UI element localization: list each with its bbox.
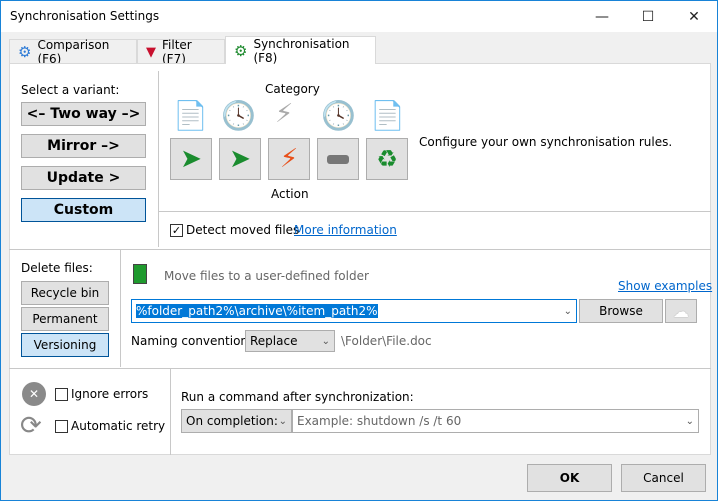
path-value: %folder_path2%\archive\%item_path2% <box>136 304 378 318</box>
cloud-icon: ☁ <box>673 301 689 321</box>
file-left-only-icon: 📄 <box>173 99 208 132</box>
funnel-icon: ▼ <box>146 44 156 60</box>
divider <box>158 71 159 247</box>
cloud-button[interactable]: ☁ <box>665 299 697 323</box>
versioning-path-input[interactable]: %folder_path2%\archive\%item_path2% ⌄ <box>131 299 577 323</box>
command-input[interactable]: Example: shutdown /s /t 60 ⌄ <box>292 409 699 433</box>
recycle-bin-icon: ♻ <box>376 145 398 173</box>
action-update-button[interactable]: ➤ <box>219 138 261 180</box>
naming-value: Replace <box>250 334 298 348</box>
delete-files-label: Delete files: <box>21 261 93 275</box>
minus-icon <box>327 154 349 164</box>
ignore-errors-checkbox[interactable] <box>55 388 68 401</box>
arrow-right-icon: ➤ <box>229 144 251 174</box>
update-button[interactable]: Update > <box>21 166 146 190</box>
command-label: Run a command after synchronization: <box>181 390 414 404</box>
permanent-button[interactable]: Permanent <box>21 307 109 331</box>
file-left-newer-icon: 🕓 <box>221 99 256 132</box>
error-x-icon: ✕ <box>22 382 46 406</box>
arrow-plus-icon: ➤ <box>180 144 202 174</box>
file-right-newer-icon: 🕓 <box>321 99 356 132</box>
divider <box>159 211 711 212</box>
recycle-bin-button[interactable]: Recycle bin <box>21 281 109 305</box>
tab-comparison[interactable]: ⚙ Comparison (F6) <box>9 38 137 66</box>
chevron-down-icon[interactable]: ⌄ <box>564 306 572 317</box>
retry-icon: ⟳ <box>20 411 42 441</box>
ignore-errors-label: Ignore errors <box>71 387 149 401</box>
folder-versioning-icon <box>133 264 147 284</box>
close-button[interactable]: ✕ <box>671 1 717 32</box>
action-delete-button[interactable]: ♻ <box>366 138 408 180</box>
category-label: Category <box>265 82 320 96</box>
show-examples-link[interactable]: Show examples <box>618 279 712 293</box>
divider <box>9 249 711 250</box>
detect-moved-checkbox[interactable]: ✓ <box>170 224 183 237</box>
browse-button[interactable]: Browse <box>579 299 663 323</box>
tab-filter[interactable]: ▼ Filter (F7) <box>137 38 225 66</box>
divider <box>120 250 121 367</box>
chevron-down-icon: ⌄ <box>278 415 287 427</box>
tab-label: Comparison (F6) <box>37 38 110 66</box>
dialog-window: Synchronisation Settings — ☐ ✕ ⚙ Compari… <box>0 0 718 501</box>
action-label: Action <box>271 187 309 201</box>
chevron-down-icon[interactable]: ⌄ <box>686 416 694 427</box>
window-title: Synchronisation Settings <box>10 9 160 23</box>
custom-button[interactable]: Custom <box>21 198 146 222</box>
automatic-retry-checkbox[interactable] <box>55 420 68 433</box>
config-description: Configure your own synchronisation rules… <box>419 135 673 149</box>
mirror-button[interactable]: Mirror –> <box>21 134 146 158</box>
action-conflict-button[interactable]: ⚡ <box>268 138 310 180</box>
detect-moved-label: Detect moved files <box>186 223 300 237</box>
ok-button[interactable]: OK <box>527 464 612 492</box>
tab-label: Synchronisation (F8) <box>253 36 350 65</box>
tab-label: Filter (F7) <box>162 38 192 66</box>
action-create-button[interactable]: ➤ <box>170 138 212 180</box>
naming-example: \Folder\File.doc <box>341 334 432 348</box>
two-way-button[interactable]: <– Two way –> <box>21 102 146 126</box>
versioning-hint: Move files to a user-defined folder <box>164 269 369 283</box>
title-bar: Synchronisation Settings — ☐ ✕ <box>1 1 717 32</box>
gear-icon: ⚙ <box>18 43 32 61</box>
command-when-select[interactable]: On completion: ⌄ <box>181 409 292 433</box>
tab-synchronisation[interactable]: ⚙ Synchronisation (F8) <box>225 36 376 65</box>
command-placeholder: Example: shutdown /s /t 60 <box>297 414 462 428</box>
automatic-retry-label: Automatic retry <box>71 419 166 433</box>
file-different-icon: ⚡ <box>275 99 294 129</box>
file-right-only-icon: 📄 <box>370 99 405 132</box>
versioning-button[interactable]: Versioning <box>21 333 109 357</box>
naming-select[interactable]: Replace ⌄ <box>245 330 335 352</box>
action-none-button[interactable] <box>317 138 359 180</box>
command-when-value: On completion: <box>186 414 278 428</box>
chevron-down-icon: ⌄ <box>321 335 330 347</box>
naming-label: Naming convention: <box>131 334 253 348</box>
cancel-button[interactable]: Cancel <box>621 464 706 492</box>
more-information-link[interactable]: More information <box>294 223 397 237</box>
lightning-icon: ⚡ <box>279 144 299 174</box>
gear-green-icon: ⚙ <box>234 41 248 60</box>
minimize-button[interactable]: — <box>579 1 625 32</box>
divider <box>9 368 711 369</box>
divider <box>170 369 171 455</box>
variant-label: Select a variant: <box>21 83 120 97</box>
maximize-button[interactable]: ☐ <box>625 1 671 32</box>
